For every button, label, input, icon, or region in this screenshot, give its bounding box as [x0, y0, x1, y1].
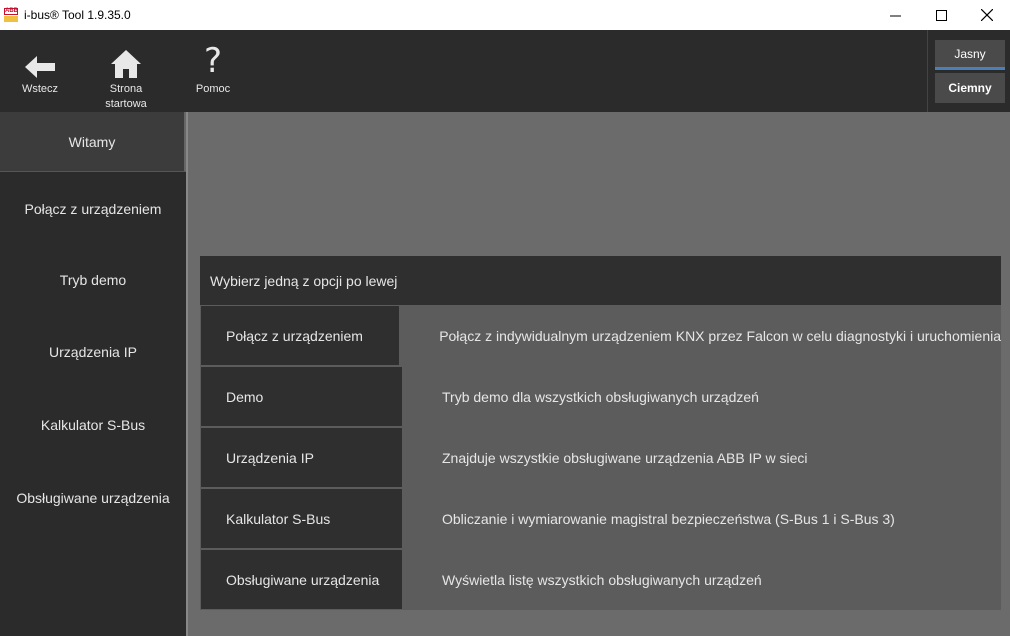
- minimize-button[interactable]: [872, 0, 918, 30]
- option-row-ip-devices[interactable]: Urządzenia IP Znajduje wszystkie obsługi…: [201, 428, 1001, 487]
- option-description: Znajduje wszystkie obsługiwane urządzeni…: [402, 428, 1001, 487]
- option-name[interactable]: Połącz z urządzeniem: [201, 306, 400, 365]
- help-glyph: ?: [203, 41, 223, 81]
- home-label-line1: Strona: [109, 83, 143, 95]
- home-label-line2: startowa: [105, 98, 147, 110]
- sidebar-item-ip-devices[interactable]: Urządzenia IP: [0, 317, 186, 387]
- option-description: Wyświetla listę wszystkich obsługiwanych…: [402, 550, 1001, 609]
- toolbar: Wstecz Strona startowa ? Pomoc Jasny Cie…: [0, 30, 1010, 112]
- home-icon: [111, 38, 141, 78]
- main-content: Wybierz jedną z opcji po lewej Połącz z …: [190, 112, 1010, 636]
- maximize-button[interactable]: [918, 0, 964, 30]
- option-description: Obliczanie i wymiarowanie magistral bezp…: [402, 489, 1001, 548]
- help-icon: ?: [204, 38, 222, 78]
- sidebar-item-witamy[interactable]: Witamy: [0, 112, 186, 172]
- sidebar-item-connect[interactable]: Połącz z urządzeniem: [0, 174, 186, 244]
- close-button[interactable]: [964, 0, 1010, 30]
- help-button[interactable]: ? Pomoc: [190, 30, 236, 112]
- title-bar: ABB i-bus® Tool 1.9.35.0: [0, 0, 1010, 30]
- option-name[interactable]: Urządzenia IP: [201, 428, 402, 487]
- logo-text: ABB: [4, 8, 18, 15]
- close-icon: [981, 9, 993, 21]
- option-row-sbus-calculator[interactable]: Kalkulator S-Bus Obliczanie i wymiarowan…: [201, 489, 1001, 548]
- abb-logo-icon: ABB: [4, 8, 18, 22]
- option-row-demo[interactable]: Demo Tryb demo dla wszystkich obsługiwan…: [201, 367, 1001, 426]
- sidebar-item-supported-devices[interactable]: Obsługiwane urządzenia: [0, 463, 186, 533]
- option-name[interactable]: Kalkulator S-Bus: [201, 489, 402, 548]
- option-name[interactable]: Demo: [201, 367, 402, 426]
- maximize-icon: [935, 9, 947, 21]
- option-description: Tryb demo dla wszystkich obsługiwanych u…: [402, 367, 1001, 426]
- window-title: i-bus® Tool 1.9.35.0: [24, 8, 131, 22]
- minimize-icon: [889, 15, 901, 16]
- theme-switch: Jasny Ciemny: [927, 30, 1010, 112]
- option-row-connect[interactable]: Połącz z urządzeniem Połącz z indywidual…: [201, 306, 1001, 365]
- theme-dark-button[interactable]: Ciemny: [935, 73, 1005, 103]
- option-row-supported-devices[interactable]: Obsługiwane urządzenia Wyświetla listę w…: [201, 550, 1001, 609]
- options-panel: Wybierz jedną z opcji po lewej Połącz z …: [200, 256, 1001, 610]
- theme-light-button[interactable]: Jasny: [935, 40, 1005, 70]
- help-label: Pomoc: [195, 83, 231, 95]
- sidebar: Witamy Połącz z urządzeniem Tryb demo Ur…: [0, 112, 188, 636]
- home-label: Strona startowa: [105, 82, 147, 112]
- option-name[interactable]: Obsługiwane urządzenia: [201, 550, 402, 609]
- option-description: Połącz z indywidualnym urządzeniem KNX p…: [399, 306, 1001, 365]
- sidebar-item-demo[interactable]: Tryb demo: [0, 245, 186, 315]
- back-arrow-icon: [25, 38, 55, 78]
- panel-header: Wybierz jedną z opcji po lewej: [200, 256, 1001, 305]
- back-button[interactable]: Wstecz: [14, 30, 66, 112]
- home-button[interactable]: Strona startowa: [98, 30, 154, 112]
- sidebar-item-sbus-calculator[interactable]: Kalkulator S-Bus: [0, 390, 186, 460]
- back-label: Wstecz: [21, 83, 59, 95]
